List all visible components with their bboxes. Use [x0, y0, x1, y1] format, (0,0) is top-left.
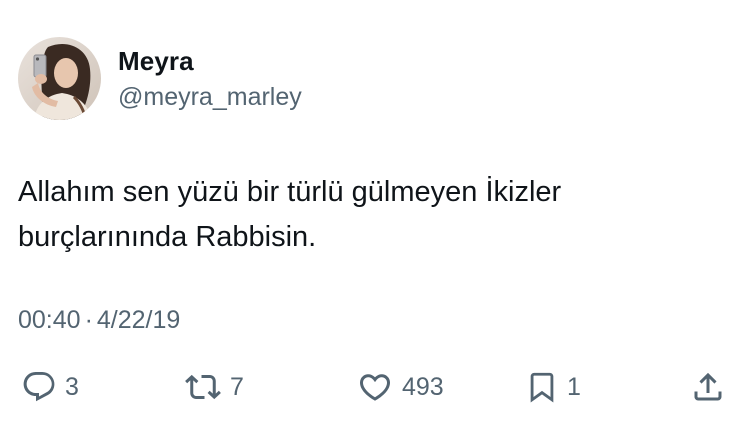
heart-icon	[359, 374, 391, 401]
tweet-text-line: Allahım sen yüzü bir türlü gülmeyen İkiz…	[18, 176, 562, 208]
user-handle[interactable]: @meyra_marley	[118, 82, 302, 112]
share-upload-icon	[694, 372, 722, 401]
bookmark-icon	[530, 372, 554, 403]
retweet-arrows-icon	[185, 374, 221, 400]
profile-photo-icon	[18, 37, 101, 120]
tweet-card: Meyra @meyra_marley Allahım sen yüzü bir…	[0, 0, 734, 442]
retweet-count: 7	[230, 373, 244, 401]
tweet-text-line: burçlarınında Rabbisin.	[18, 221, 317, 253]
like-button[interactable]: 493	[356, 362, 444, 412]
share-button[interactable]	[690, 362, 726, 412]
speech-bubble-icon	[23, 372, 55, 402]
display-name[interactable]: Meyra	[118, 46, 194, 76]
tweet-timestamp[interactable]: 00:40 · 4/22/19	[18, 305, 180, 335]
bookmark-count: 1	[567, 373, 581, 401]
like-count: 493	[402, 373, 444, 401]
avatar[interactable]	[18, 37, 101, 120]
action-bar: 3 7 493 1	[0, 362, 734, 412]
meta-separator: ·	[84, 306, 93, 334]
reply-button[interactable]: 3	[21, 362, 79, 412]
tweet-date: 4/22/19	[96, 306, 181, 334]
tweet-time: 00:40	[18, 306, 81, 334]
tweet-text: Allahım sen yüzü bir türlü gülmeyen İkiz…	[18, 170, 708, 260]
bookmark-button[interactable]: 1	[525, 362, 581, 412]
retweet-button[interactable]: 7	[184, 362, 244, 412]
reply-count: 3	[65, 373, 79, 401]
